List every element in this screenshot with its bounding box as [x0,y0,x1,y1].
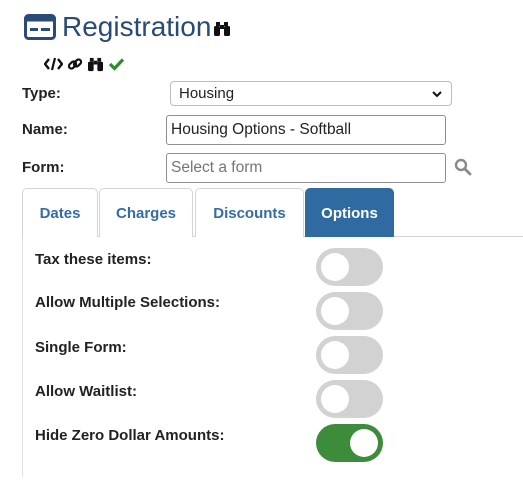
option-label-tax: Tax these items: [35,251,152,268]
form-label: Form: [22,159,65,176]
binoculars-icon[interactable] [87,57,104,72]
tab-options[interactable]: Options [305,188,394,237]
option-label-multiple-selections: Allow Multiple Selections: [35,294,221,311]
toggle-tax-items[interactable] [316,248,383,286]
type-label: Type: [22,85,61,102]
toggle-allow-waitlist[interactable] [316,380,383,418]
option-label-hide-zero-dollar: Hide Zero Dollar Amounts: [35,427,225,444]
registration-card-icon [24,14,56,40]
toggle-knob [321,297,349,325]
type-select[interactable]: Housing [170,81,452,106]
search-icon[interactable] [454,158,472,176]
tab-discounts[interactable]: Discounts [195,188,304,237]
toggle-knob [321,253,349,281]
panel-border [22,237,23,477]
binoculars-icon[interactable] [213,21,231,37]
toggle-single-form[interactable] [316,336,383,374]
toggle-knob [350,429,378,457]
page-title: Registration [62,11,212,42]
type-select-value: Housing [179,85,235,102]
toggle-multiple-selections[interactable] [316,292,383,330]
toggle-hide-zero-dollar[interactable] [316,424,383,462]
toolbar [44,55,125,73]
form-search-input[interactable]: Select a form [166,153,446,183]
tab-charges[interactable]: Charges [99,188,193,237]
code-icon[interactable] [44,57,63,71]
option-label-waitlist: Allow Waitlist: [35,383,137,400]
checkmark-icon[interactable] [108,57,125,71]
link-icon[interactable] [67,56,83,72]
toggle-knob [321,385,349,413]
chevron-down-icon [432,91,442,98]
option-label-single-form: Single Form: [35,339,127,356]
tab-dates[interactable]: Dates [22,188,98,237]
name-label: Name: [22,121,68,138]
name-input[interactable]: Housing Options - Softball [166,115,446,145]
toggle-knob [321,341,349,369]
